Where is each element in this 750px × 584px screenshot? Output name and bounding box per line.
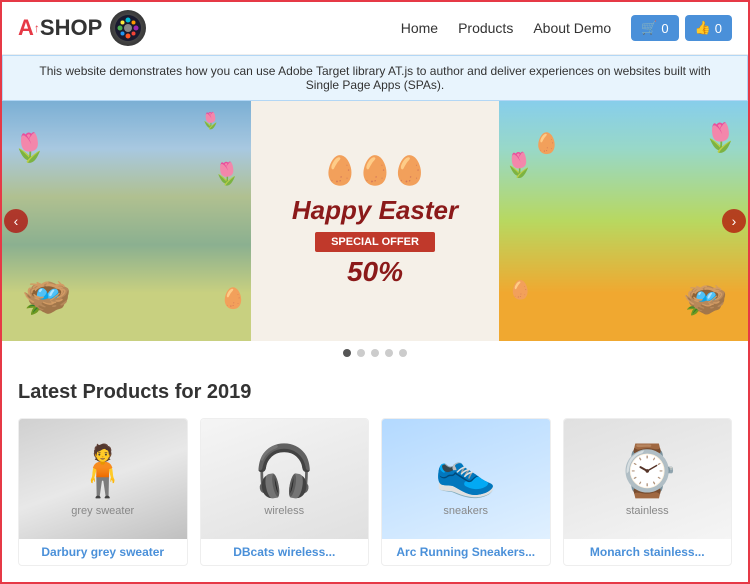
dot-4[interactable] <box>385 349 393 357</box>
product-image-3: 👟 sneakers <box>382 419 550 539</box>
easter-discount: 50% <box>292 256 458 288</box>
cart-count: 0 <box>661 21 668 36</box>
slide-center: 🥚🥚🥚 Happy Easter SPECIAL OFFER 50% <box>251 101 500 341</box>
cart-button[interactable]: 🛒 0 <box>631 15 678 41</box>
header: A↑SHOP Home Products A <box>2 2 748 55</box>
cart-icon: 🛒 <box>641 20 657 36</box>
product-image-1: 🧍 grey sweater <box>19 419 187 539</box>
nav-products[interactable]: Products <box>458 20 513 36</box>
hero-slider: ‹ 🪺 🌷 🌷 🥚 🌷 🥚🥚🥚 Happy Easter <box>2 101 748 341</box>
products-title: Latest Products for 2019 <box>18 381 732 404</box>
easter-eggs-icon: 🥚🥚🥚 <box>292 154 458 187</box>
product-card-4[interactable]: ⌚ stainless Monarch stainless... <box>563 418 733 566</box>
easter-subtitle: SPECIAL OFFER <box>315 232 435 252</box>
slide-right: 🌷 🌷 🪺 🥚 🥚 <box>499 101 748 341</box>
like-icon: 👍 <box>695 20 711 36</box>
info-banner: This website demonstrates how you can us… <box>2 55 748 101</box>
like-count: 0 <box>715 21 722 36</box>
product-card-2[interactable]: 🎧 wireless DBcats wireless... <box>200 418 370 566</box>
product-name-1: Darbury grey sweater <box>19 539 187 565</box>
slider-inner: 🪺 🌷 🌷 🥚 🌷 🥚🥚🥚 Happy Easter SPECIAL OFFER… <box>2 101 748 341</box>
slide-left: 🪺 🌷 🌷 🥚 🌷 <box>2 101 251 341</box>
products-grid: 🧍 grey sweater Darbury grey sweater 🎧 wi… <box>18 418 732 566</box>
logo-badge <box>110 10 146 46</box>
slider-next-button[interactable]: › <box>722 209 746 233</box>
page-wrapper: A↑SHOP Home Products A <box>0 0 750 584</box>
product-card-1[interactable]: 🧍 grey sweater Darbury grey sweater <box>18 418 188 566</box>
product-image-2: 🎧 wireless <box>201 419 369 539</box>
slider-prev-button[interactable]: ‹ <box>4 209 28 233</box>
nav-btn-group: 🛒 0 👍 0 <box>631 15 732 41</box>
nav-home[interactable]: Home <box>401 20 438 36</box>
dot-2[interactable] <box>357 349 365 357</box>
dot-1[interactable] <box>343 349 351 357</box>
product-name-2: DBcats wireless... <box>201 539 369 565</box>
dot-5[interactable] <box>399 349 407 357</box>
easter-title: Happy Easter <box>292 195 458 226</box>
product-card-3[interactable]: 👟 sneakers Arc Running Sneakers... <box>381 418 551 566</box>
dot-3[interactable] <box>371 349 379 357</box>
logo-text: A↑SHOP <box>18 15 102 41</box>
products-section: Latest Products for 2019 🧍 grey sweater … <box>2 365 748 582</box>
banner-text: This website demonstrates how you can us… <box>39 64 710 92</box>
product-image-4: ⌚ stainless <box>564 419 732 539</box>
like-button[interactable]: 👍 0 <box>685 15 732 41</box>
easter-content: 🥚🥚🥚 Happy Easter SPECIAL OFFER 50% <box>272 134 478 308</box>
product-name-3: Arc Running Sneakers... <box>382 539 550 565</box>
nav-about[interactable]: About Demo <box>533 20 611 36</box>
product-name-4: Monarch stainless... <box>564 539 732 565</box>
nav-area: Home Products About Demo 🛒 0 👍 0 <box>401 15 732 41</box>
slider-dots <box>2 341 748 365</box>
logo-area: A↑SHOP <box>18 10 146 46</box>
